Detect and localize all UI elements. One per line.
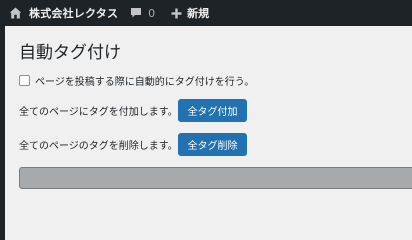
comments-link[interactable]: 0 xyxy=(130,0,155,26)
delete-all-tags-row: 全てのページのタグを削除します。 全タグ削除 xyxy=(19,133,247,156)
site-name: 株式会社レクタス xyxy=(29,7,119,20)
new-content-link[interactable]: 新規 xyxy=(171,0,209,26)
add-all-tags-button[interactable]: 全タグ付加 xyxy=(178,99,247,122)
auto-tag-option-label: ページを投稿する際に自動的にタグ付けを行う。 xyxy=(35,77,255,88)
new-label: 新規 xyxy=(187,7,210,20)
plus-icon xyxy=(171,8,182,19)
comment-icon xyxy=(130,7,142,19)
home-icon xyxy=(9,7,22,19)
page-title: 自動タグ付け xyxy=(19,43,121,63)
add-all-tags-text: 全てのページにタグを付加します。 xyxy=(19,107,178,118)
auto-tag-option: ページを投稿する際に自動的にタグ付けを行う。 xyxy=(19,73,254,88)
progress-bar xyxy=(19,167,412,189)
comments-count: 0 xyxy=(148,6,156,20)
delete-all-tags-button[interactable]: 全タグ削除 xyxy=(178,133,247,156)
auto-tag-checkbox[interactable] xyxy=(19,75,30,86)
add-all-tags-row: 全てのページにタグを付加します。 全タグ付加 xyxy=(19,99,247,122)
admin-bar: 株式会社レクタス 0 新規 xyxy=(0,0,412,26)
site-home-link[interactable]: 株式会社レクタス xyxy=(0,0,118,26)
main-content: 自動タグ付け ページを投稿する際に自動的にタグ付けを行う。 全てのページにタグを… xyxy=(5,26,412,240)
delete-all-tags-text: 全てのページのタグを削除します。 xyxy=(19,141,178,152)
